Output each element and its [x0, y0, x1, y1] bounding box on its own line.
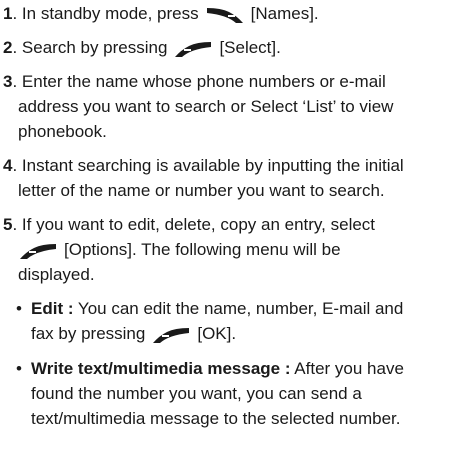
bullet-edit: • Edit : You can edit the name, number, … [16, 296, 456, 346]
bullet-label: Write text/multimedia message : [31, 359, 291, 378]
manual-page: 1. In standby mode, press [Names]. 2. Sea… [0, 0, 464, 450]
step-text: . Search by pressing [12, 38, 168, 57]
bullet-text: You can edit the name, number, E-mail an… [77, 299, 404, 318]
bullet-text: After you have [294, 359, 404, 378]
step-5: 5. If you want to edit, delete, copy an … [3, 212, 456, 287]
bullet-dot: • [16, 359, 22, 378]
step-text: . Instant searching is available by inpu… [12, 156, 404, 175]
left-softkey-icon [151, 325, 191, 345]
bullet-text-after: [OK]. [197, 324, 237, 343]
step-text-end: [Select]. [219, 38, 281, 57]
step-2: 2. Search by pressing [Select]. [3, 35, 456, 60]
bullet-line2: found the number you want, you can send … [31, 384, 362, 403]
right-softkey-icon [205, 5, 245, 25]
bullet-line1: Write text/multimedia message : After yo… [16, 356, 456, 381]
bullet-label: Edit : [31, 299, 74, 318]
step-text-line3: displayed. [18, 265, 95, 284]
bullet-line1: Edit : You can edit the name, number, E-… [16, 296, 456, 321]
step-text: . In standby mode, press [12, 4, 199, 23]
left-softkey-icon [18, 241, 58, 261]
step-1: 1. In standby mode, press [Names]. [3, 1, 456, 26]
step-3: 3. Enter the name whose phone numbers or… [3, 69, 456, 144]
step-text: . Enter the name whose phone numbers or … [12, 72, 386, 91]
step-text-line2: [Options]. The following menu will be [3, 237, 456, 262]
bullet-text-before: fax by pressing [31, 324, 146, 343]
bullet-write-message: • Write text/multimedia message : After … [16, 356, 456, 431]
step-text-line2: letter of the name or number you want to… [18, 181, 385, 200]
step-text-continued: [Options]. The following menu will be [64, 240, 341, 259]
step-text-line2: address you want to search or Select ‘Li… [18, 97, 394, 116]
step-text-line3: phonebook. [18, 122, 107, 141]
left-softkey-icon [173, 39, 213, 59]
bullet-line2: fax by pressing [OK]. [16, 321, 456, 346]
step-text: . If you want to edit, delete, copy an e… [12, 215, 376, 234]
step-text-end: [Names]. [250, 4, 319, 23]
bullet-line3: text/multimedia message to the selected … [31, 409, 401, 428]
bullet-dot: • [16, 299, 22, 318]
step-4: 4. Instant searching is available by inp… [3, 153, 456, 203]
